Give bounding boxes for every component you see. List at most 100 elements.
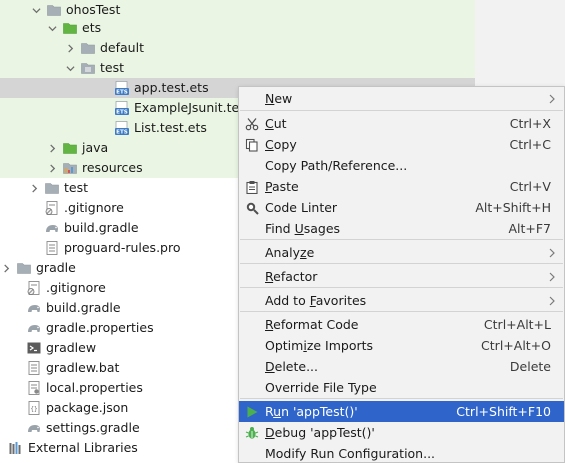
gradle-file-icon [26, 420, 42, 436]
svg-text:{}: {} [30, 406, 37, 413]
menu-item-label: Code Linter [265, 200, 338, 215]
tree-item-label: settings.gradle [46, 420, 140, 435]
menu-item-shortcut: Ctrl+X [509, 116, 551, 131]
gradle-file-icon [44, 220, 60, 236]
menu-icon-slot [239, 218, 264, 239]
menu-item-label: Analyze [265, 245, 315, 260]
ets-file-icon: ETS [114, 100, 130, 116]
menu-icon-slot [239, 377, 264, 398]
source-folder-icon [62, 20, 78, 36]
terminal-file-icon [26, 340, 42, 356]
menu-separator [240, 239, 563, 240]
clipboard-icon [239, 176, 264, 197]
menu-separator [240, 287, 563, 288]
menu-icon-slot [239, 242, 264, 263]
menu-item-shortcut: Alt+F7 [508, 221, 551, 236]
menu-separator [240, 398, 563, 399]
menu-icon-slot [239, 443, 264, 463]
folder-icon [80, 40, 96, 56]
menu-item-reformat-code[interactable]: Reformat Code Ctrl+Alt+L [239, 314, 564, 335]
menu-item-analyze[interactable]: Analyze [239, 242, 564, 263]
menu-item-label: Run 'appTest()' [265, 404, 358, 419]
svg-text:ETS: ETS [116, 90, 128, 96]
tree-item-label: test [64, 180, 89, 195]
chevron-down-icon[interactable] [64, 58, 76, 78]
menu-item-label: Debug 'appTest()' [265, 425, 375, 440]
chevron-right-icon[interactable] [64, 38, 76, 58]
svg-text:ETS: ETS [116, 130, 128, 136]
tree-item-label: ets [82, 20, 102, 35]
context-menu: New Cut Ctrl+X Copy Ctrl+C Copy Path/Referenc… [238, 86, 565, 463]
menu-icon-slot [239, 266, 264, 287]
chevron-right-icon[interactable] [0, 258, 12, 278]
menu-icon-slot [239, 314, 264, 335]
menu-item-optimize-imports[interactable]: Optimize Imports Ctrl+Alt+O [239, 335, 564, 356]
source-folder-icon [62, 140, 78, 156]
menu-item-override-file-type[interactable]: Override File Type [239, 377, 564, 398]
tree-item[interactable]: ohosTest [0, 0, 475, 20]
tree-item-label: .gitignore [46, 280, 106, 295]
copy-icon [239, 134, 264, 155]
menu-item-shortcut: Alt+Shift+H [475, 200, 551, 215]
tree-item-label: gradle [36, 260, 76, 275]
tree-item-label: default [100, 40, 144, 55]
menu-item-find-usages[interactable]: Find Usages Alt+F7 [239, 218, 564, 239]
menu-item-label: Copy [265, 137, 297, 152]
menu-icon-slot [239, 356, 264, 377]
menu-item-refactor[interactable]: Refactor [239, 266, 564, 287]
chevron-right-icon[interactable] [46, 138, 58, 158]
tree-item-label: build.gradle [64, 220, 139, 235]
json-file-icon: {} [26, 400, 42, 416]
tree-item-label: test [100, 60, 125, 75]
gradle-file-icon [26, 320, 42, 336]
menu-item-copy-path-reference[interactable]: Copy Path/Reference... [239, 155, 564, 176]
menu-item-label: Copy Path/Reference... [265, 158, 408, 173]
tree-item-label: gradlew.bat [46, 360, 120, 375]
menu-item-copy[interactable]: Copy Ctrl+C [239, 134, 564, 155]
menu-item-shortcut: Ctrl+Alt+L [483, 317, 551, 332]
tree-item-label: java [82, 140, 109, 155]
menu-separator [240, 263, 563, 264]
folder-icon [44, 180, 60, 196]
chevron-down-icon[interactable] [30, 0, 42, 20]
menu-item-code-linter[interactable]: Code Linter Alt+Shift+H [239, 197, 564, 218]
tree-item-label: gradlew [46, 340, 97, 355]
menu-item-shortcut: Ctrl+Alt+O [481, 338, 551, 353]
gitignore-file-icon [26, 280, 42, 296]
menu-item-label: Add to Favorites [265, 293, 367, 308]
tree-item-label: External Libraries [28, 440, 138, 455]
menu-item-run-apptest[interactable]: Run 'appTest()' Ctrl+Shift+F10 [239, 401, 564, 422]
debug-icon [239, 422, 264, 443]
ets-file-icon: ETS [114, 80, 130, 96]
menu-item-label: Paste [265, 179, 299, 194]
chevron-right-icon[interactable] [28, 178, 40, 198]
tree-item-label: build.gradle [46, 300, 121, 315]
menu-item-label: New [265, 91, 293, 106]
tree-item-label: local.properties [46, 380, 143, 395]
tree-item-label: app.test.ets [134, 80, 209, 95]
tree-item[interactable]: ets [0, 18, 475, 38]
menu-item-new[interactable]: New [239, 88, 564, 109]
menu-item-label: Refactor [265, 269, 318, 284]
menu-item-delete[interactable]: Delete... Delete [239, 356, 564, 377]
menu-item-paste[interactable]: Paste Ctrl+V [239, 176, 564, 197]
menu-item-label: Delete... [265, 359, 319, 374]
chevron-right-icon[interactable] [46, 158, 58, 178]
tree-item[interactable]: default [0, 38, 475, 58]
tree-item-label: List.test.ets [134, 120, 207, 135]
tree-item-label: package.json [46, 400, 129, 415]
chevron-down-icon[interactable] [46, 18, 58, 38]
menu-item-modify-run-configuration[interactable]: Modify Run Configuration... [239, 443, 564, 463]
menu-item-label: Reformat Code [265, 317, 359, 332]
library-icon [8, 440, 24, 456]
text-file-icon [26, 360, 42, 376]
menu-icon-slot [239, 290, 264, 311]
menu-item-add-to-favorites[interactable]: Add to Favorites [239, 290, 564, 311]
menu-item-cut[interactable]: Cut Ctrl+X [239, 113, 564, 134]
menu-separator [240, 311, 563, 312]
folder-icon [16, 260, 32, 276]
menu-item-debug-apptest[interactable]: Debug 'appTest()' [239, 422, 564, 443]
tree-item[interactable]: test [0, 58, 475, 78]
menu-item-label: Modify Run Configuration... [265, 446, 436, 461]
tree-item-label: proguard-rules.pro [64, 240, 181, 255]
